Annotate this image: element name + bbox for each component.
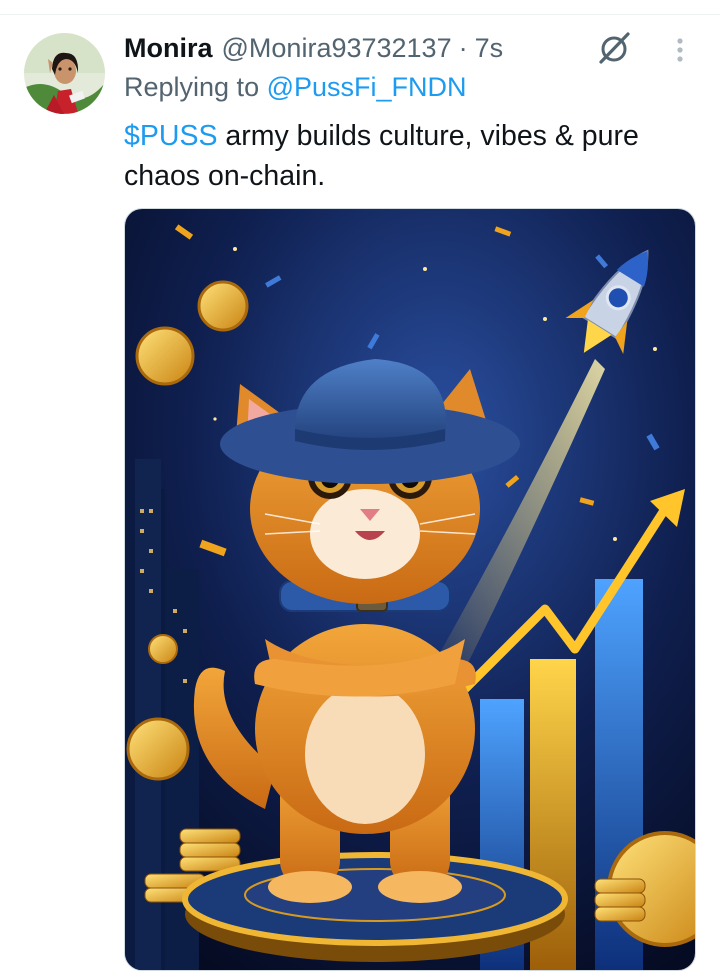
tweet-media-image[interactable] bbox=[124, 208, 696, 971]
replying-to-line: Replying to @PussFi_FNDN bbox=[124, 72, 467, 103]
cashtag-link[interactable]: $PUSS bbox=[124, 120, 217, 152]
replying-to-label: Replying to bbox=[124, 72, 260, 102]
tweet-header: Monira @Monira93732137 · 7s bbox=[124, 28, 503, 68]
more-options-icon[interactable] bbox=[664, 30, 696, 70]
separator-dot: · bbox=[458, 32, 468, 63]
replying-to-link[interactable]: @PussFi_FNDN bbox=[267, 72, 467, 102]
grok-icon[interactable] bbox=[594, 28, 634, 68]
avatar[interactable] bbox=[24, 33, 105, 114]
user-handle[interactable]: @Monira93732137 bbox=[222, 33, 452, 64]
tweet-text: $PUSS army builds culture, vibes & pure … bbox=[124, 116, 704, 196]
display-name[interactable]: Monira bbox=[124, 33, 213, 64]
top-divider bbox=[0, 14, 720, 15]
timestamp[interactable]: 7s bbox=[475, 33, 504, 64]
